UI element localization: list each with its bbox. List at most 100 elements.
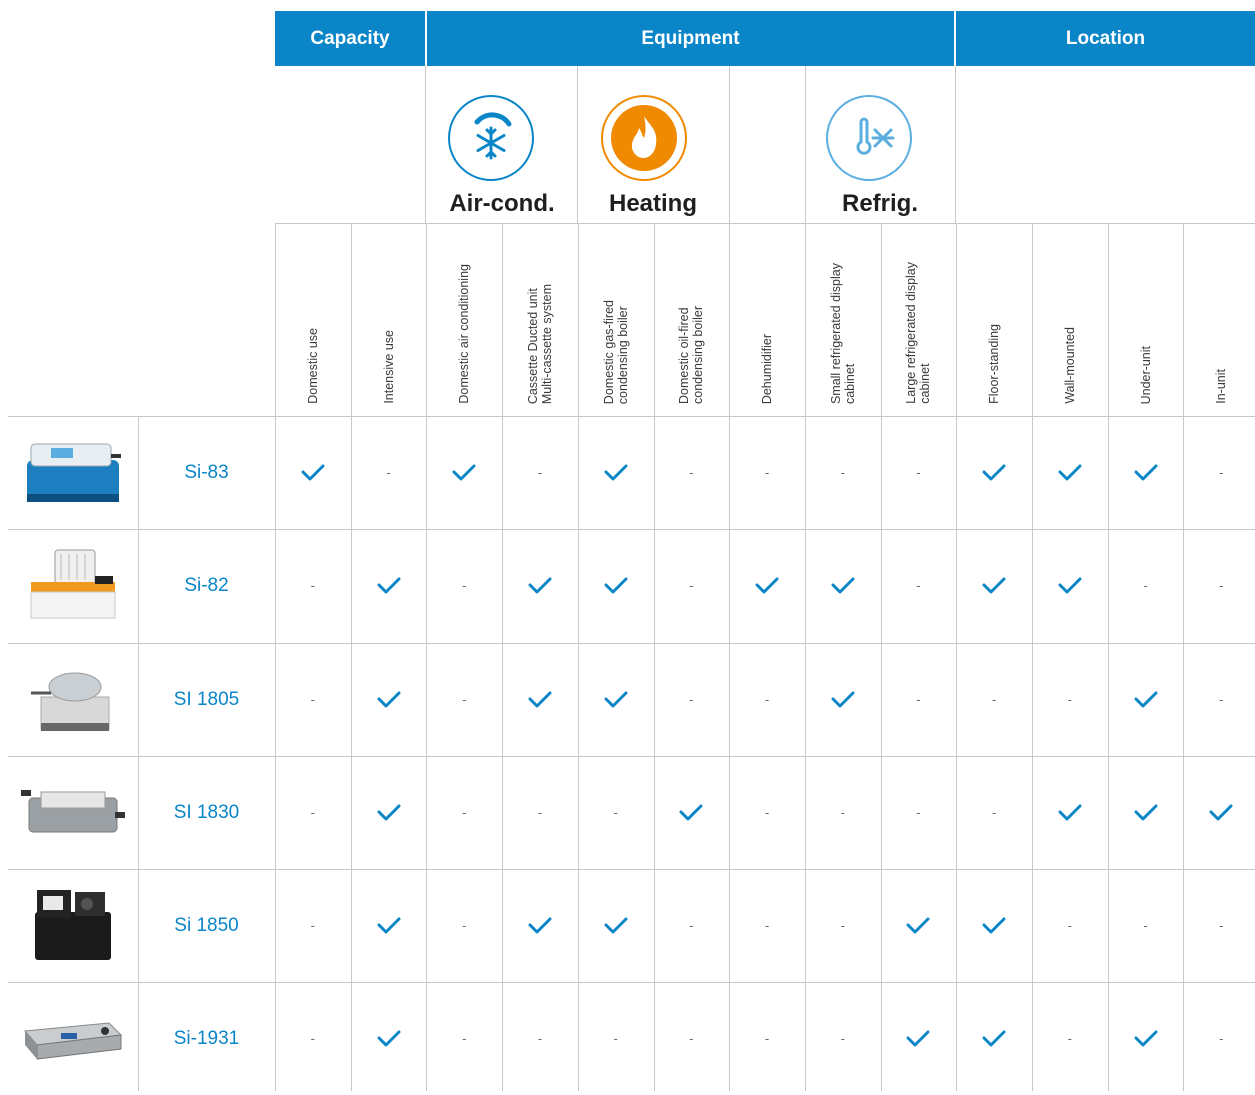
dash-cell: - [1143,918,1148,933]
column-header-label: Domestic use [305,328,320,404]
model-name[interactable]: SI 1830 [138,756,275,869]
column-header: Floor-standing [956,228,1032,404]
column-header: Domestic oil-fired condensing boiler [654,228,730,404]
heating-label: Heating [608,190,697,217]
check-icon [956,416,1032,529]
black-tank-pump-photo [18,869,128,982]
column-header-label: Under-unit [1138,345,1153,404]
dash-cell: - [310,918,316,933]
dash-cell: - [537,805,543,820]
check-icon [275,416,351,529]
column-header: Domestic air conditioning [426,228,502,404]
check-icon [805,643,881,756]
dash-cell: - [689,578,694,593]
check-icon [1032,529,1108,642]
check-icon [654,756,730,869]
dash-cell: - [462,1031,467,1046]
dash-cell: - [1219,578,1224,593]
column-header: Intensive use [351,228,427,404]
model-name[interactable]: Si-83 [138,416,275,529]
column-header-label: Dehumidifier [760,333,775,404]
dash-cell: - [1219,1031,1224,1046]
dash-cell: - [1067,918,1073,933]
check-icon [1032,416,1108,529]
check-icon [956,869,1032,982]
check-icon [1108,416,1184,529]
column-header-label: Large refrigerated display cabinet [904,262,933,404]
dash-cell: - [310,578,316,593]
dash-cell: - [764,918,770,933]
check-icon [805,529,881,642]
column-header-label: Intensive use [381,330,396,404]
model-name[interactable]: Si-82 [138,529,275,642]
column-header-label: In-unit [1214,369,1229,404]
grey-tank-pump-photo [18,643,128,756]
dash-cell: - [689,465,694,480]
dash-cell: - [1143,578,1148,593]
dash-cell: - [1219,918,1224,933]
check-icon [1183,756,1255,869]
dash-cell: - [613,1031,618,1046]
column-header-label: Domestic oil-fired condensing boiler [677,306,706,404]
dash-cell: - [916,465,921,480]
dash-cell: - [1067,1031,1073,1046]
dash-cell: - [764,465,770,480]
dash-cell: - [991,692,997,707]
dash-cell: - [462,578,467,593]
dash-cell: - [310,692,316,707]
header-divider [577,66,578,223]
model-name[interactable]: Si-1931 [138,982,275,1095]
dash-cell: - [462,692,467,707]
check-icon [1108,756,1184,869]
model-name[interactable]: Si 1850 [138,869,275,982]
column-header-label: Wall-mounted [1062,327,1077,404]
check-icon [351,756,427,869]
dash-cell: - [1067,692,1073,707]
aircond-label: Air-cond. [449,190,555,217]
check-icon [578,869,654,982]
model-name[interactable]: SI 1805 [138,643,275,756]
check-icon [502,869,578,982]
dash-cell: - [1219,692,1224,707]
column-header: Wall-mounted [1032,228,1108,404]
column-header: Domestic use [275,228,351,404]
check-icon [729,529,805,642]
column-header: Under-unit [1108,228,1184,404]
thermometer-snowflake-icon [826,95,912,181]
capacity-group-header: Capacity [275,11,425,66]
check-icon [1032,756,1108,869]
column-header: Dehumidifier [729,228,805,404]
dash-cell: - [689,692,694,707]
dash-cell: - [689,1031,694,1046]
check-icon [502,529,578,642]
dash-cell: - [386,465,391,480]
dash-cell: - [613,805,618,820]
check-icon [956,982,1032,1095]
dash-cell: - [764,1031,770,1046]
header-divider [955,66,956,223]
column-header-label: Small refrigerated display cabinet [828,262,857,404]
dash-cell: - [310,805,316,820]
column-header: Small refrigerated display cabinet [805,228,881,404]
check-icon [578,416,654,529]
check-icon [881,869,957,982]
grey-long-pump-photo [18,756,128,869]
check-icon [1108,982,1184,1095]
dash-cell: - [916,692,921,707]
white-orange-pump-photo [18,529,128,642]
dash-cell: - [537,1031,543,1046]
check-icon [881,982,957,1095]
blue-pump-photo [18,416,128,529]
column-header-label: Floor-standing [987,324,1002,404]
dash-cell: - [916,578,921,593]
dash-cell: - [840,1031,845,1046]
check-icon [578,529,654,642]
snowflake-icon [448,95,534,181]
column-header: Domestic gas-fired condensing boiler [578,228,654,404]
check-icon [351,643,427,756]
dash-cell: - [764,692,770,707]
header-divider [729,66,730,223]
column-header: Cassette Ducted unit Multi-cassette syst… [502,228,578,404]
header-divider [425,66,426,223]
dash-cell: - [462,805,467,820]
